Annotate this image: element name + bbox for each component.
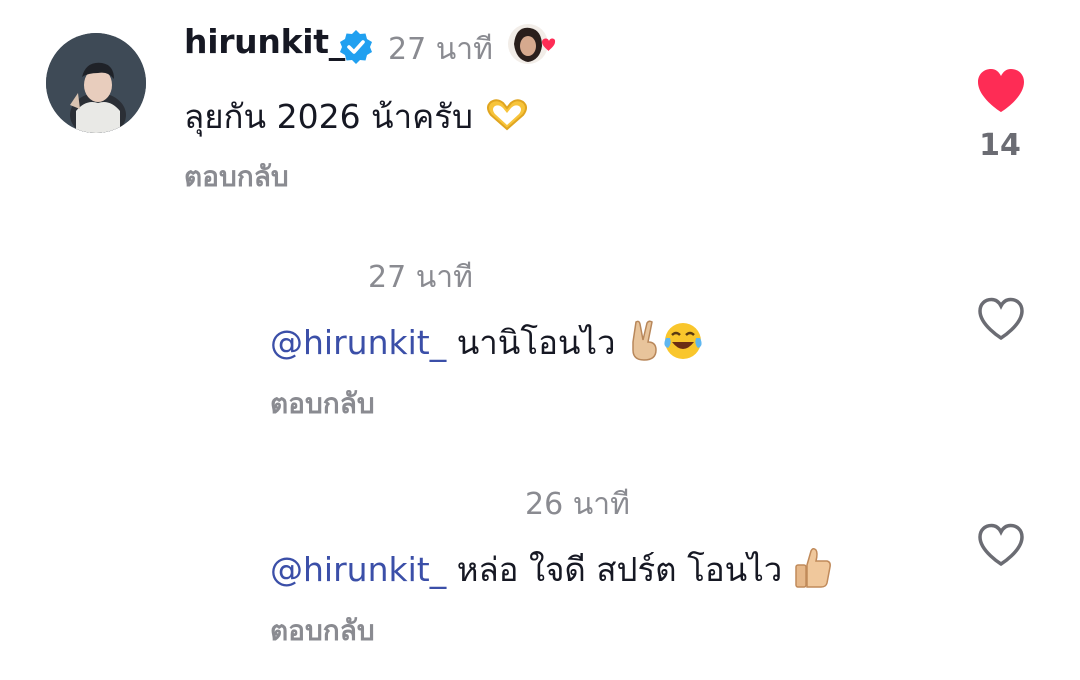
reply-text: @hirunkit_ หล่อ ใจดี สปร์ต โอนไว [270,543,833,597]
reply-button[interactable]: ตอบกลับ [184,155,289,199]
thumbs-up-emoji [793,547,833,597]
reply-time: 27 นาที [368,260,473,295]
tears-of-joy-emoji [662,320,704,370]
reply-button[interactable]: ตอบกลับ [270,609,375,653]
avatar[interactable] [46,33,146,133]
heart-outline-icon[interactable] [976,522,1026,568]
heart-hands-emoji [483,97,531,141]
like-count: 14 [979,128,1021,163]
creator-liked-avatar [506,20,556,68]
heart-outline-icon[interactable] [976,296,1026,342]
comment-time: 27 นาที [388,32,493,67]
reply-text: @hirunkit_ นานิโอนไว [270,316,704,370]
heart-icon[interactable] [976,68,1026,114]
reply-button[interactable]: ตอบกลับ [270,382,375,426]
verified-badge-icon [340,30,372,64]
mention-link[interactable]: @hirunkit_ [270,550,446,589]
reply-time: 26 นาที [525,487,630,522]
comment-text: ลุยกัน 2026 น้าครับ [184,90,531,143]
victory-hand-emoji [626,319,662,370]
mention-link[interactable]: @hirunkit_ [270,323,446,362]
comment-username[interactable]: hirunkit_ [184,22,345,61]
